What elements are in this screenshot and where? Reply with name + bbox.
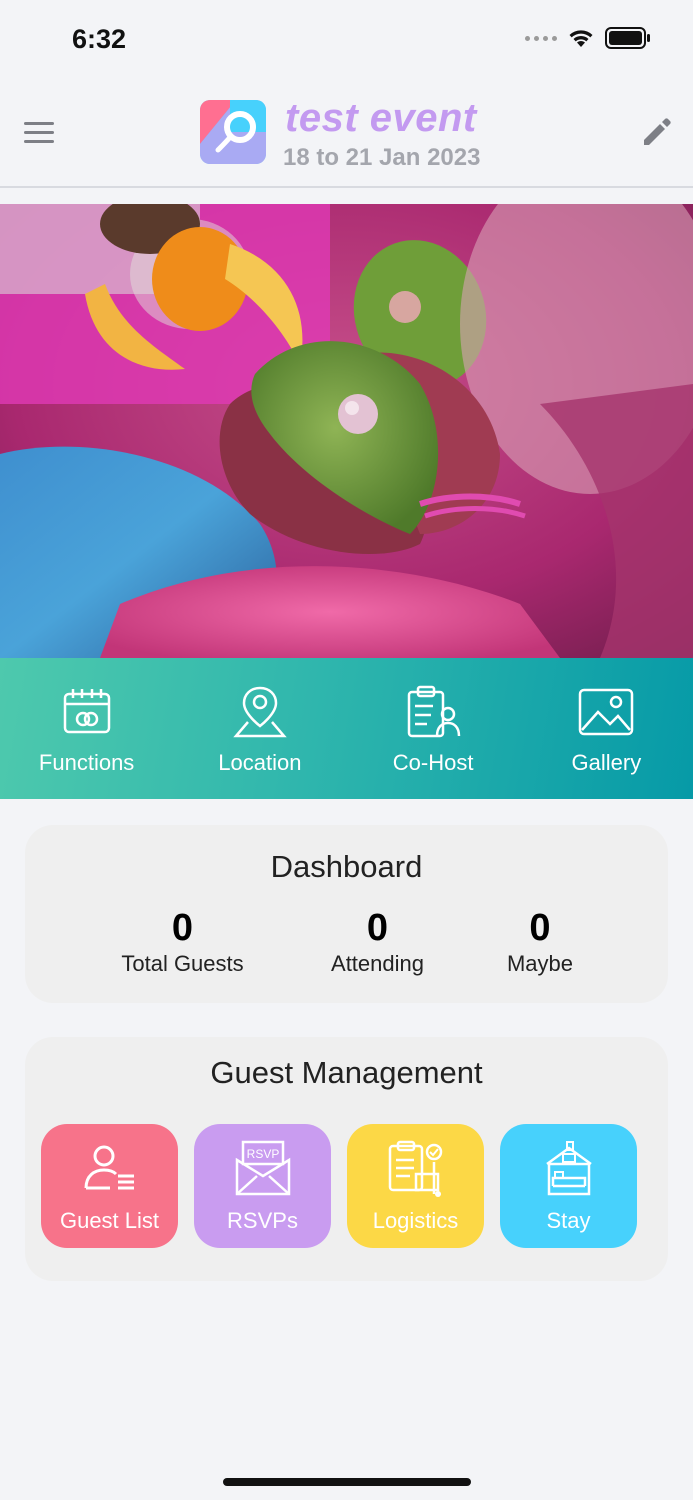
total-guests-count: 0	[171, 907, 194, 949]
clipboard-person-icon	[407, 685, 461, 738]
app-logo-icon	[200, 100, 266, 164]
gallery-label: Gallery	[571, 750, 642, 775]
hotel-bed-icon	[545, 1141, 592, 1196]
hamburger-menu-icon[interactable]	[22, 120, 56, 146]
rsvps-button[interactable]: RSVP RSVPs	[194, 1124, 331, 1248]
dashboard-card: Dashboard 0 Total Guests 0 Attending 0 M…	[25, 825, 668, 1003]
user-list-icon	[84, 1145, 134, 1190]
status-bar: 6:32	[0, 0, 693, 80]
attending-count: 0	[366, 907, 389, 949]
dashboard-title: Dashboard	[270, 849, 423, 884]
guest-management-card: Guest Management Guest List RSVP RSVPs L…	[25, 1037, 668, 1281]
image-icon	[579, 688, 634, 736]
total-guests-label: Total Guests	[121, 951, 244, 976]
event-title: test event	[285, 96, 477, 140]
functions-button[interactable]: Functions	[0, 658, 173, 799]
cellular-signal-icon	[525, 35, 557, 41]
status-time: 6:32	[72, 24, 127, 54]
maybe-stat: 0 Maybe	[490, 907, 590, 977]
battery-icon	[605, 27, 650, 49]
home-indicator[interactable]	[223, 1478, 471, 1486]
rsvp-icon-text: RSVP	[246, 1147, 279, 1161]
guest-management-title: Guest Management	[210, 1055, 483, 1090]
attending-stat: 0 Attending	[310, 907, 445, 977]
rsvps-label: RSVPs	[227, 1208, 298, 1233]
app-header: test event 18 to 21 Jan 2023	[0, 82, 693, 188]
functions-label: Functions	[38, 750, 135, 775]
logistics-button[interactable]: Logistics	[347, 1124, 484, 1248]
attending-label: Attending	[331, 951, 424, 976]
pencil-edit-icon[interactable]	[639, 114, 675, 150]
co-host-button[interactable]: Co-Host	[347, 658, 520, 799]
guest-list-button[interactable]: Guest List	[41, 1124, 178, 1248]
co-host-label: Co-Host	[392, 750, 474, 775]
logistics-label: Logistics	[372, 1208, 459, 1233]
status-icons	[525, 26, 651, 50]
map-pin-icon	[233, 686, 287, 738]
location-label: Location	[218, 750, 302, 775]
guest-list-label: Guest List	[59, 1208, 160, 1233]
logistics-clipboard-icon	[388, 1140, 442, 1197]
maybe-count: 0	[529, 907, 551, 949]
stay-label: Stay	[546, 1208, 591, 1233]
location-button[interactable]: Location	[173, 658, 346, 799]
calendar-rings-icon	[63, 689, 110, 734]
wedding-photo-banner	[0, 204, 693, 658]
maybe-label: Maybe	[506, 951, 574, 976]
stay-button[interactable]: Stay	[500, 1124, 637, 1248]
total-guests-stat: 0 Total Guests	[105, 907, 260, 977]
wifi-icon	[569, 30, 593, 47]
gallery-button[interactable]: Gallery	[520, 658, 693, 799]
event-dates: 18 to 21 Jan 2023	[283, 144, 481, 171]
rsvp-envelope-icon: RSVP	[235, 1140, 290, 1196]
quick-nav-bar: Functions Location Co-Host Gallery	[0, 658, 693, 799]
